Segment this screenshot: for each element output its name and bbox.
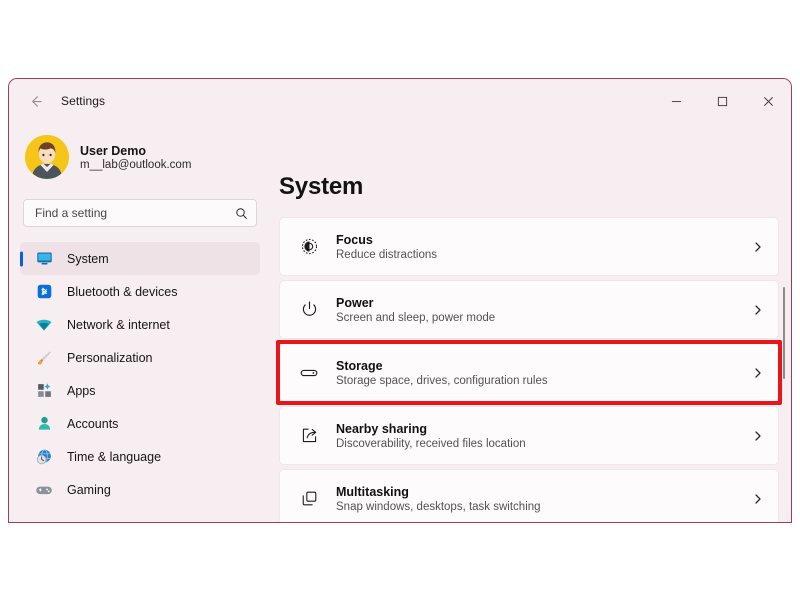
account-text: User Demo m__lab@outlook.com: [80, 144, 191, 171]
storage-drive-icon: [296, 363, 322, 383]
settings-card-title: Storage: [336, 358, 383, 373]
account-email: m__lab@outlook.com: [80, 158, 192, 171]
sidebar-item-label: Network & internet: [67, 317, 170, 332]
settings-card-title: Nearby sharing: [336, 421, 428, 436]
multitasking-windows-icon: [296, 489, 322, 508]
globe-clock-icon: [31, 448, 57, 466]
bluetooth-icon: [31, 283, 57, 300]
settings-card-text: Multitasking Snap windows, desktops, tas…: [336, 485, 541, 513]
share-icon: [296, 426, 322, 445]
sidebar-item-apps[interactable]: Apps: [20, 374, 260, 407]
avatar: [25, 135, 69, 179]
settings-card-title: Power: [336, 295, 374, 310]
chevron-right-icon[interactable]: [752, 304, 764, 316]
settings-card-subtitle: Screen and sleep, power mode: [336, 311, 496, 324]
apps-grid-icon: [31, 382, 57, 399]
settings-card-storage[interactable]: Storage Storage space, drives, configura…: [279, 343, 779, 402]
sidebar-item-label: Bluetooth & devices: [67, 284, 178, 299]
chevron-right-icon[interactable]: [752, 430, 764, 442]
gamepad-icon: [31, 481, 57, 499]
sidebar-item-personalization[interactable]: Personalization: [20, 341, 260, 374]
settings-card-text: Storage Storage space, drives, configura…: [336, 359, 548, 387]
settings-window: Settings User Demo m__lab@outlook.com Fi…: [8, 78, 792, 523]
search-box[interactable]: [23, 199, 257, 227]
chevron-right-icon[interactable]: [752, 493, 764, 505]
settings-card-nearby-sharing[interactable]: Nearby sharing Discoverability, received…: [279, 406, 779, 465]
page-title: System: [279, 173, 364, 200]
settings-card-subtitle: Reduce distractions: [336, 248, 437, 261]
person-icon: [31, 415, 57, 432]
title-bar: Settings: [9, 79, 791, 123]
screenshot-root: Settings User Demo m__lab@outlook.com Fi…: [0, 0, 800, 600]
close-icon[interactable]: [745, 79, 791, 123]
settings-card-focus[interactable]: Focus Reduce distractions: [279, 217, 779, 276]
sidebar-item-system[interactable]: System: [20, 242, 260, 275]
chevron-right-icon[interactable]: [752, 367, 764, 379]
settings-card-subtitle: Snap windows, desktops, task switching: [336, 500, 541, 513]
sidebar-item-gaming[interactable]: Gaming: [20, 473, 260, 506]
search-input[interactable]: [35, 206, 235, 220]
paintbrush-icon: [31, 349, 57, 367]
account-summary[interactable]: User Demo m__lab@outlook.com: [20, 123, 260, 185]
settings-card-text: Power Screen and sleep, power mode: [336, 296, 495, 324]
focus-moon-icon: [296, 237, 322, 256]
window-controls: [653, 79, 791, 123]
settings-card-title: Focus: [336, 232, 373, 247]
sidebar-item-accounts[interactable]: Accounts: [20, 407, 260, 440]
settings-card-multitasking[interactable]: Multitasking Snap windows, desktops, tas…: [279, 469, 779, 522]
search-icon[interactable]: [235, 207, 248, 220]
settings-card-subtitle: Storage space, drives, configuration rul…: [336, 374, 548, 387]
sidebar-item-label: Personalization: [67, 350, 153, 365]
wifi-icon: [31, 316, 57, 334]
minimize-icon[interactable]: [653, 79, 699, 123]
maximize-icon[interactable]: [699, 79, 745, 123]
sidebar-item-time-language[interactable]: Time & language: [20, 440, 260, 473]
sidebar: User Demo m__lab@outlook.com Find a sett…: [9, 123, 271, 522]
settings-card-list: Focus Reduce distractions Power Screen a…: [279, 217, 779, 522]
monitor-icon: [31, 250, 57, 267]
window-body: User Demo m__lab@outlook.com Find a sett…: [9, 123, 791, 522]
window-title: Settings: [61, 94, 106, 108]
settings-card-text: Focus Reduce distractions: [336, 233, 437, 261]
account-name: User Demo: [80, 143, 146, 158]
settings-card-subtitle: Discoverability, received files location: [336, 437, 526, 450]
sidebar-item-label: Gaming: [67, 482, 111, 497]
sidebar-item-bluetooth-devices[interactable]: Bluetooth & devices: [20, 275, 260, 308]
scrollbar-thumb[interactable]: [783, 287, 785, 379]
back-arrow-icon[interactable]: [19, 85, 51, 117]
settings-card-title: Multitasking: [336, 484, 409, 499]
settings-card-power[interactable]: Power Screen and sleep, power mode: [279, 280, 779, 339]
settings-card-text: Nearby sharing Discoverability, received…: [336, 422, 526, 450]
sidebar-item-label: System: [67, 251, 109, 266]
sidebar-item-network-internet[interactable]: Network & internet: [20, 308, 260, 341]
scrollbar[interactable]: [779, 209, 789, 522]
sidebar-item-label: Time & language: [67, 449, 162, 464]
chevron-right-icon[interactable]: [752, 241, 764, 253]
sidebar-item-label: Apps: [67, 383, 96, 398]
sidebar-item-label: Accounts: [67, 416, 119, 431]
main-content: System Focus Reduce distractions Power S…: [271, 123, 791, 522]
sidebar-nav: System Bluetooth & devices Network & int…: [20, 242, 260, 506]
power-icon: [296, 300, 322, 319]
